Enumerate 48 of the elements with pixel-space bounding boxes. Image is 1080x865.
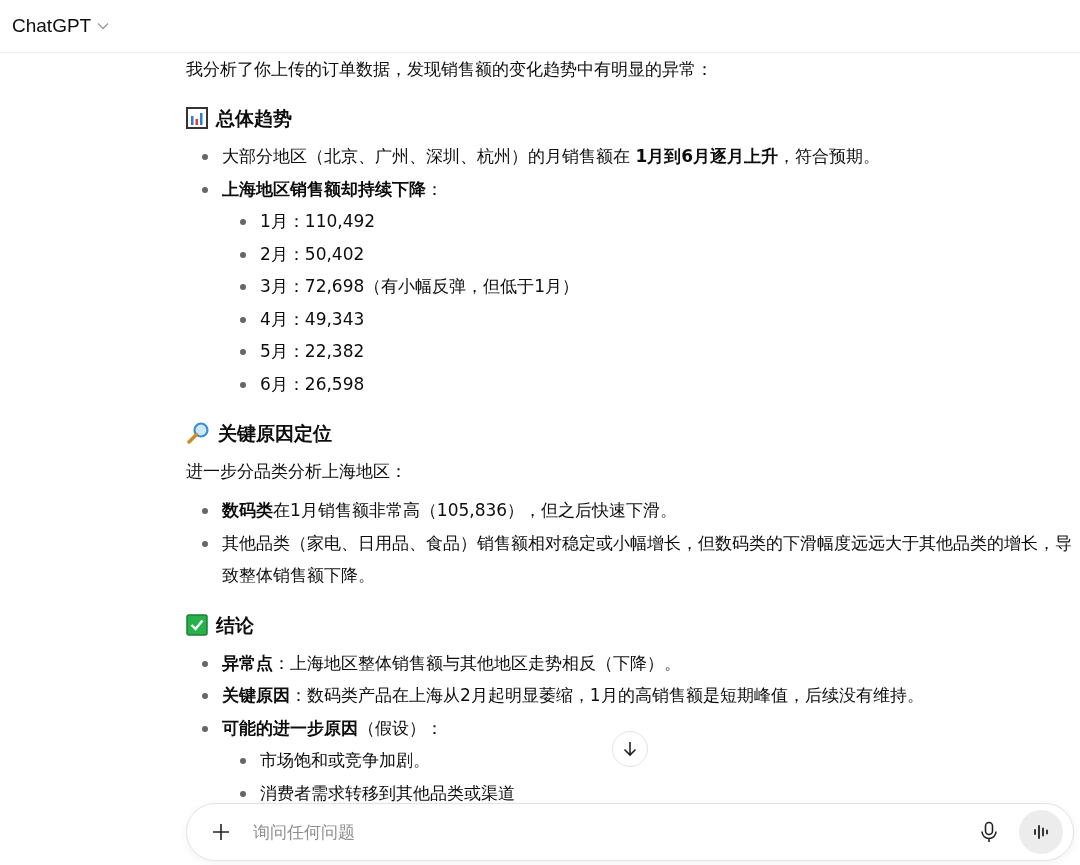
bullet-icon xyxy=(240,381,246,388)
list-item-text: 市场饱和或竞争加剧。 xyxy=(260,749,430,772)
bullet-icon xyxy=(240,251,246,258)
bullet-icon xyxy=(202,508,208,514)
bullet-icon xyxy=(202,725,208,732)
message-composer[interactable]: 询问任何问题 xyxy=(186,803,1074,861)
bullet-icon xyxy=(240,284,246,290)
list-item-text: 异常点：上海地区整体销售额与其他地区走势相反（下降）。 xyxy=(222,651,681,675)
list-item-text: 消费者需求转移到其他品类或渠道 xyxy=(260,781,515,805)
list-item-text: 6月：26,598 xyxy=(260,372,365,396)
scroll-down-button[interactable] xyxy=(612,731,648,767)
bullet-icon xyxy=(202,660,208,667)
chevron-down-icon xyxy=(97,22,110,30)
voice-mode-button[interactable] xyxy=(1019,810,1063,854)
list-item-text: 上海地区销售额却持续下降： xyxy=(222,177,443,201)
bullet-icon xyxy=(240,349,246,355)
list-item-text: 5月：22,382 xyxy=(260,340,365,363)
list-item-text: 3月：72,698（有小幅反弹，但低于1月） xyxy=(260,275,580,298)
list-item-text: 可能的进一步原因（假设）： xyxy=(222,716,443,740)
list-item-text: 数码类在1月销售额非常高（105,836），但之后快速下滑。 xyxy=(222,499,678,522)
list-item-text: 1月：110,492 xyxy=(260,210,376,233)
message-input[interactable]: 询问任何问题 xyxy=(251,821,959,843)
list-item-text: 4月：49,343 xyxy=(260,307,365,331)
section-heading: 总体趋势 xyxy=(216,106,292,131)
bullet-icon xyxy=(240,758,246,764)
bullet-icon xyxy=(240,219,246,225)
model-selector[interactable]: ChatGPT xyxy=(12,15,110,37)
list-item-text: 其他品类（家电、日用品、食品）销售额相对稳定或小幅增长，但数码类的下滑幅度远远大于其他品类的增长，导致整体销售额下降。 xyxy=(222,531,1073,587)
bullet-icon xyxy=(240,790,246,797)
bar-chart-icon xyxy=(186,107,208,129)
arrow-down-icon xyxy=(621,740,639,758)
bullet-icon xyxy=(240,316,246,323)
list-item-text: 2月：50,402 xyxy=(260,242,365,266)
section-heading: 结论 xyxy=(216,612,254,638)
sound-wave-icon xyxy=(1032,824,1050,840)
plus-icon xyxy=(211,822,231,842)
list-item-text: 大部分地区（北京、广州、深圳、杭州）的月销售额在 1月到6月逐月上升，符合预期。 xyxy=(222,145,881,168)
message-text: 进一步分品类分析上海地区： xyxy=(186,460,407,483)
microphone-icon xyxy=(979,821,999,843)
bullet-icon xyxy=(202,693,208,699)
magnifier-icon xyxy=(186,422,210,444)
section-heading: 关键原因定位 xyxy=(218,421,332,446)
bullet-icon xyxy=(202,154,208,160)
checkbox-icon xyxy=(186,613,208,636)
bullet-icon xyxy=(202,540,208,547)
message-text: 我分析了你上传的订单数据，发现销售额的变化趋势中有明显的异常： xyxy=(186,58,713,81)
list-item-text: 关键原因：数码类产品在上海从2月起明显萎缩，1月的高销售额是短期峰值，后续没有维持。 xyxy=(222,684,924,707)
bullet-icon xyxy=(202,186,208,193)
